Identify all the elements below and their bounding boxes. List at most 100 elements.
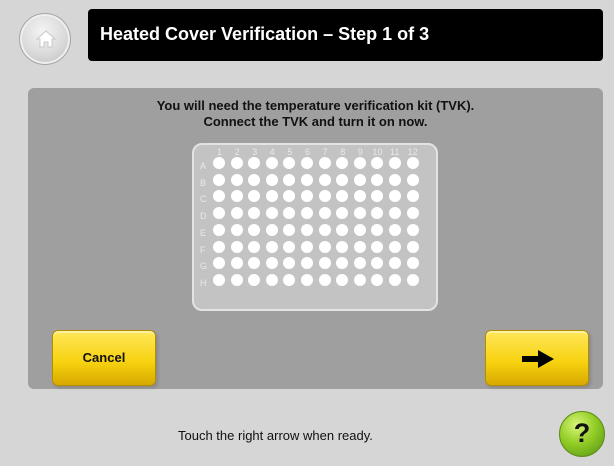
plate-well: [283, 257, 296, 270]
plate-well: [213, 257, 225, 270]
plate-well: [353, 173, 366, 186]
plate-column-label: 1: [217, 147, 223, 157]
plate-row-label: B: [200, 177, 207, 188]
plate-well: [406, 257, 419, 270]
plate-column-label: 12: [407, 147, 418, 157]
plate-well: [230, 240, 243, 253]
plate-well: [336, 223, 349, 236]
cancel-button[interactable]: Cancel: [52, 330, 156, 386]
plate-row-label: A: [200, 161, 207, 171]
plate-well: [371, 173, 384, 186]
help-button[interactable]: ?: [559, 411, 605, 457]
plate-well: [389, 173, 401, 186]
plate-well: [406, 273, 419, 286]
cancel-button-label: Cancel: [82, 350, 126, 365]
plate-column-label: 5: [287, 147, 293, 157]
plate-well: [283, 157, 296, 169]
plate-well: [248, 207, 261, 220]
plate-well: [318, 257, 331, 270]
plate-well: [336, 207, 349, 220]
footer-instruction: Touch the right arrow when ready.: [178, 428, 373, 443]
plate-well: [283, 207, 296, 220]
title-bar: Heated Cover Verification – Step 1 of 3: [88, 9, 603, 61]
plate-well: [301, 190, 313, 203]
help-icon: ?: [573, 418, 591, 448]
plate-well: [389, 223, 401, 236]
plate-well: [389, 240, 401, 253]
plate-well: [230, 157, 243, 169]
plate-well: [248, 240, 261, 253]
plate-well: [248, 257, 261, 270]
next-button[interactable]: [485, 330, 589, 386]
home-icon: [35, 30, 57, 48]
plate-well: [301, 240, 313, 253]
plate-row-label: C: [200, 194, 207, 205]
plate-well: [230, 190, 243, 203]
well-plate-diagram: 1 2 3 4 5 6 7 8 9 10 11 12 A B C D E F G H: [192, 143, 438, 311]
plate-row-label: F: [200, 244, 206, 255]
home-button[interactable]: [19, 13, 71, 65]
plate-well: [301, 257, 313, 270]
plate-well: [318, 190, 331, 203]
plate-well: [318, 240, 331, 253]
plate-well: [371, 223, 384, 236]
plate-well: [265, 190, 278, 203]
plate-well: [318, 223, 331, 236]
plate-column-label: 2: [234, 147, 240, 157]
plate-well: [230, 257, 243, 270]
plate-well: [301, 173, 313, 186]
plate-well: [389, 257, 401, 270]
plate-well: [389, 190, 401, 203]
instruction-line-1: You will need the temperature verificati…: [156, 98, 475, 113]
plate-well: [353, 157, 366, 169]
plate-well: [389, 207, 401, 220]
plate-column-label: 6: [305, 147, 311, 157]
plate-well: [371, 207, 384, 220]
plate-column-label: 4: [269, 147, 275, 157]
plate-well: [301, 157, 313, 169]
plate-well: [353, 240, 366, 253]
plate-well: [248, 173, 261, 186]
plate-well: [283, 273, 296, 286]
plate-well: [353, 207, 366, 220]
plate-well: [213, 273, 225, 286]
plate-well: [265, 173, 278, 186]
plate-well: [265, 207, 278, 220]
plate-row-label: G: [200, 261, 208, 272]
plate-column-label: 7: [322, 147, 328, 157]
plate-well: [318, 207, 331, 220]
plate-well: [336, 173, 349, 186]
plate-row-label: D: [200, 211, 207, 222]
plate-well: [353, 273, 366, 286]
plate-well: [318, 273, 331, 286]
plate-column-label: 8: [340, 147, 346, 157]
plate-well: [336, 257, 349, 270]
plate-well: [336, 190, 349, 203]
plate-well: [283, 240, 296, 253]
instructions-block: You will need the temperature verificati…: [28, 98, 603, 130]
plate-well: [213, 157, 225, 169]
plate-well: [371, 157, 384, 169]
plate-well: [283, 190, 296, 203]
plate-well: [230, 173, 243, 186]
plate-well: [336, 157, 349, 169]
plate-well: [353, 257, 366, 270]
plate-well: [213, 207, 225, 220]
plate-well: [336, 240, 349, 253]
plate-column-label: 11: [390, 147, 400, 157]
plate-well: [248, 223, 261, 236]
plate-well: [265, 240, 278, 253]
plate-well: [371, 273, 384, 286]
page-title: Heated Cover Verification – Step 1 of 3: [100, 24, 430, 44]
plate-well: [371, 190, 384, 203]
plate-well: [265, 257, 278, 270]
plate-well: [265, 273, 278, 286]
plate-well: [213, 173, 225, 186]
plate-well: [389, 273, 401, 286]
plate-well: [318, 157, 331, 169]
plate-well: [406, 240, 419, 253]
plate-row-label: H: [200, 277, 207, 288]
plate-well: [265, 157, 278, 169]
plate-well: [371, 240, 384, 253]
plate-well: [301, 207, 313, 220]
